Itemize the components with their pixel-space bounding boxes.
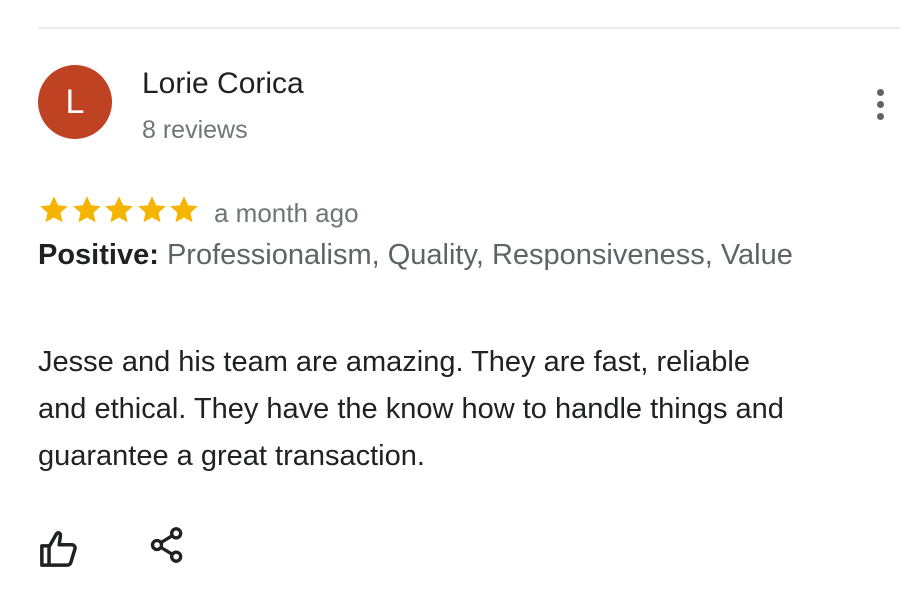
share-button[interactable] (144, 522, 190, 568)
star-icon (105, 196, 133, 223)
review-attributes: Positive: Professionalism, Quality, Resp… (38, 236, 828, 274)
avatar[interactable]: L (38, 65, 112, 139)
star-icon (137, 196, 166, 223)
attributes-label: Positive: (38, 239, 159, 271)
avatar-initial: L (65, 83, 85, 121)
like-button[interactable] (36, 526, 82, 572)
more-vert-icon-dot (876, 100, 884, 108)
star-icon (40, 196, 68, 223)
share-icon (150, 527, 183, 563)
star-icon (170, 196, 198, 223)
reviewer-name[interactable]: Lorie Corica (142, 64, 304, 104)
review-text: Jesse and his team are amazing. They are… (38, 346, 784, 472)
top-divider (38, 27, 900, 29)
attributes-values: Professionalism, Quality, Responsiveness… (166, 239, 793, 271)
more-vert-icon (876, 88, 884, 96)
thumbs-up-icon (40, 531, 77, 567)
review-date: a month ago (214, 198, 359, 228)
star-icon (72, 196, 101, 223)
star-rating (38, 194, 201, 228)
more-options-button[interactable] (862, 82, 898, 126)
more-vert-icon-dot (876, 112, 884, 120)
reviewer-review-count[interactable]: 8 reviews (142, 114, 248, 146)
